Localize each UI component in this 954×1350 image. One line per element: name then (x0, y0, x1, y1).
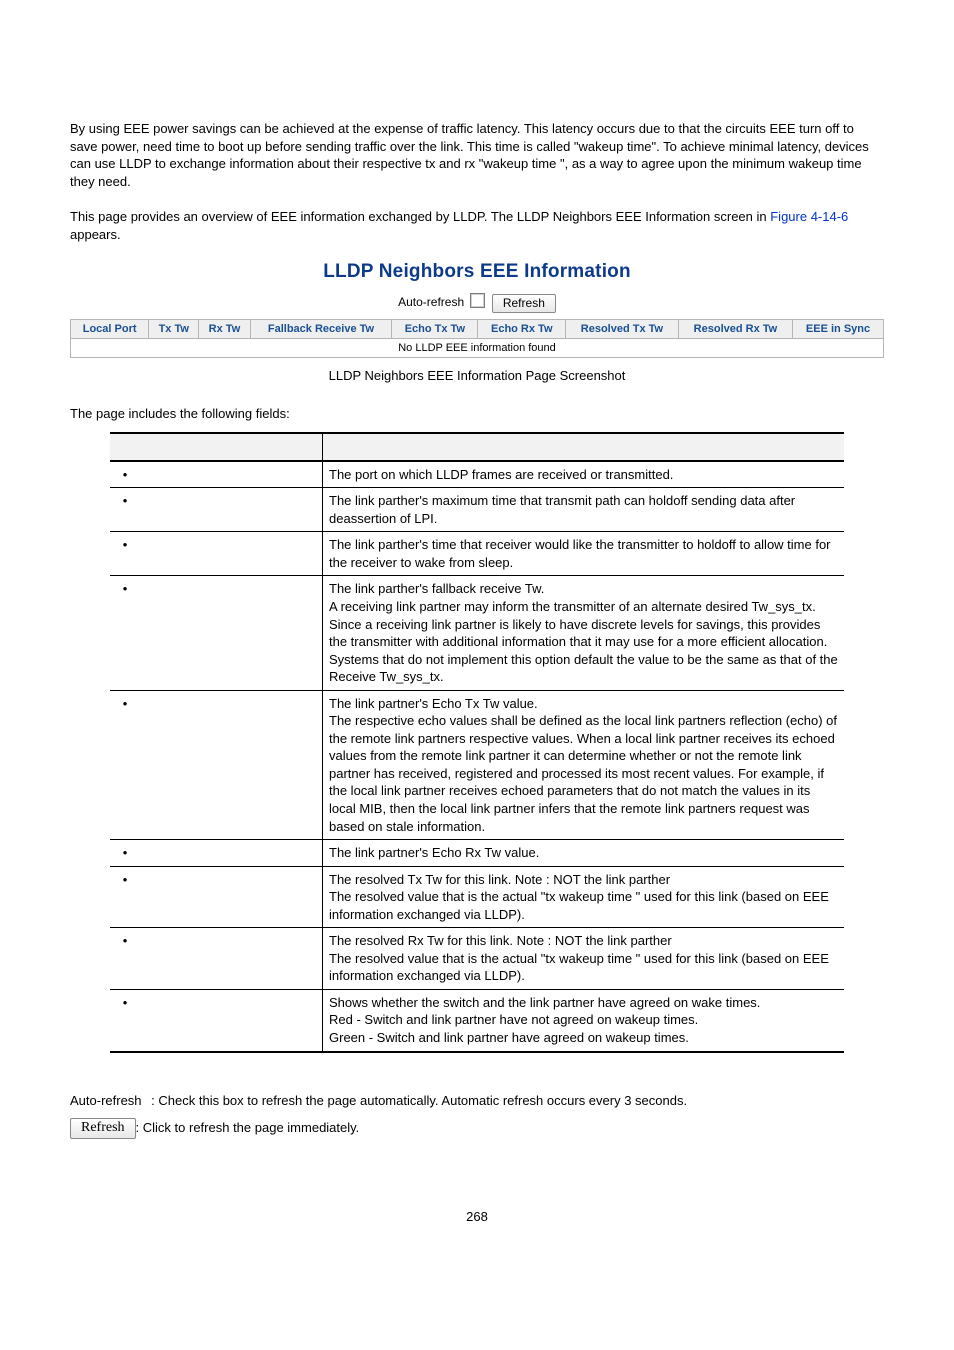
col-fallback-receive-tw: Fallback Receive Tw (250, 319, 392, 338)
col-tx-tw: Tx Tw (149, 319, 199, 338)
col-local-port: Local Port (71, 319, 149, 338)
col-echo-tx-tw: Echo Tx Tw (392, 319, 478, 338)
table-row: • The link partner's Echo Tx Tw value.Th… (110, 690, 844, 839)
fields-table: • The port on which LLDP frames are rece… (110, 432, 844, 1052)
col-echo-rx-tw: Echo Rx Tw (478, 319, 566, 338)
col-resolved-rx-tw: Resolved Rx Tw (678, 319, 792, 338)
table-row: • Shows whether the switch and the link … (110, 989, 844, 1051)
refresh-description: : Click to refresh the page immediately. (136, 1120, 360, 1135)
col-eee-in-sync: EEE in Sync (793, 319, 884, 338)
table-row: • The link parther's fallback receive Tw… (110, 576, 844, 690)
table-row: • The link partner's Echo Rx Tw value. (110, 840, 844, 867)
page-number: 268 (70, 1209, 884, 1224)
table-row: • The resolved Tx Tw for this link. Note… (110, 866, 844, 928)
intro-paragraph-1: By using EEE power savings can be achiev… (70, 120, 884, 190)
intro-paragraph-2: This page provides an overview of EEE in… (70, 208, 884, 243)
eee-info-table: Local Port Tx Tw Rx Tw Fallback Receive … (70, 319, 884, 358)
auto-refresh-label: Auto-refresh (398, 295, 464, 309)
table-row: • The link parther's maximum time that t… (110, 488, 844, 532)
col-resolved-tx-tw: Resolved Tx Tw (566, 319, 679, 338)
refresh-button-icon[interactable]: Refresh (70, 1118, 136, 1139)
panel-title: LLDP Neighbors EEE Information (70, 261, 884, 283)
table-row: • The link parther's time that receiver … (110, 532, 844, 576)
auto-refresh-checkbox[interactable] (470, 293, 485, 308)
empty-row: No LLDP EEE information found (71, 338, 884, 357)
table-row: • The port on which LLDP frames are rece… (110, 461, 844, 488)
refresh-button[interactable]: Refresh (492, 294, 556, 313)
fields-intro: The page includes the following fields: (70, 405, 884, 423)
figure-reference-link[interactable]: Figure 4-14-6 (770, 209, 848, 224)
auto-refresh-description: : Check this box to refresh the page aut… (151, 1093, 687, 1108)
auto-refresh-control-label: Auto-refresh (70, 1093, 142, 1108)
screenshot-caption: LLDP Neighbors EEE Information Page Scre… (70, 368, 884, 383)
table-row: • The resolved Rx Tw for this link. Note… (110, 928, 844, 990)
col-rx-tw: Rx Tw (199, 319, 250, 338)
